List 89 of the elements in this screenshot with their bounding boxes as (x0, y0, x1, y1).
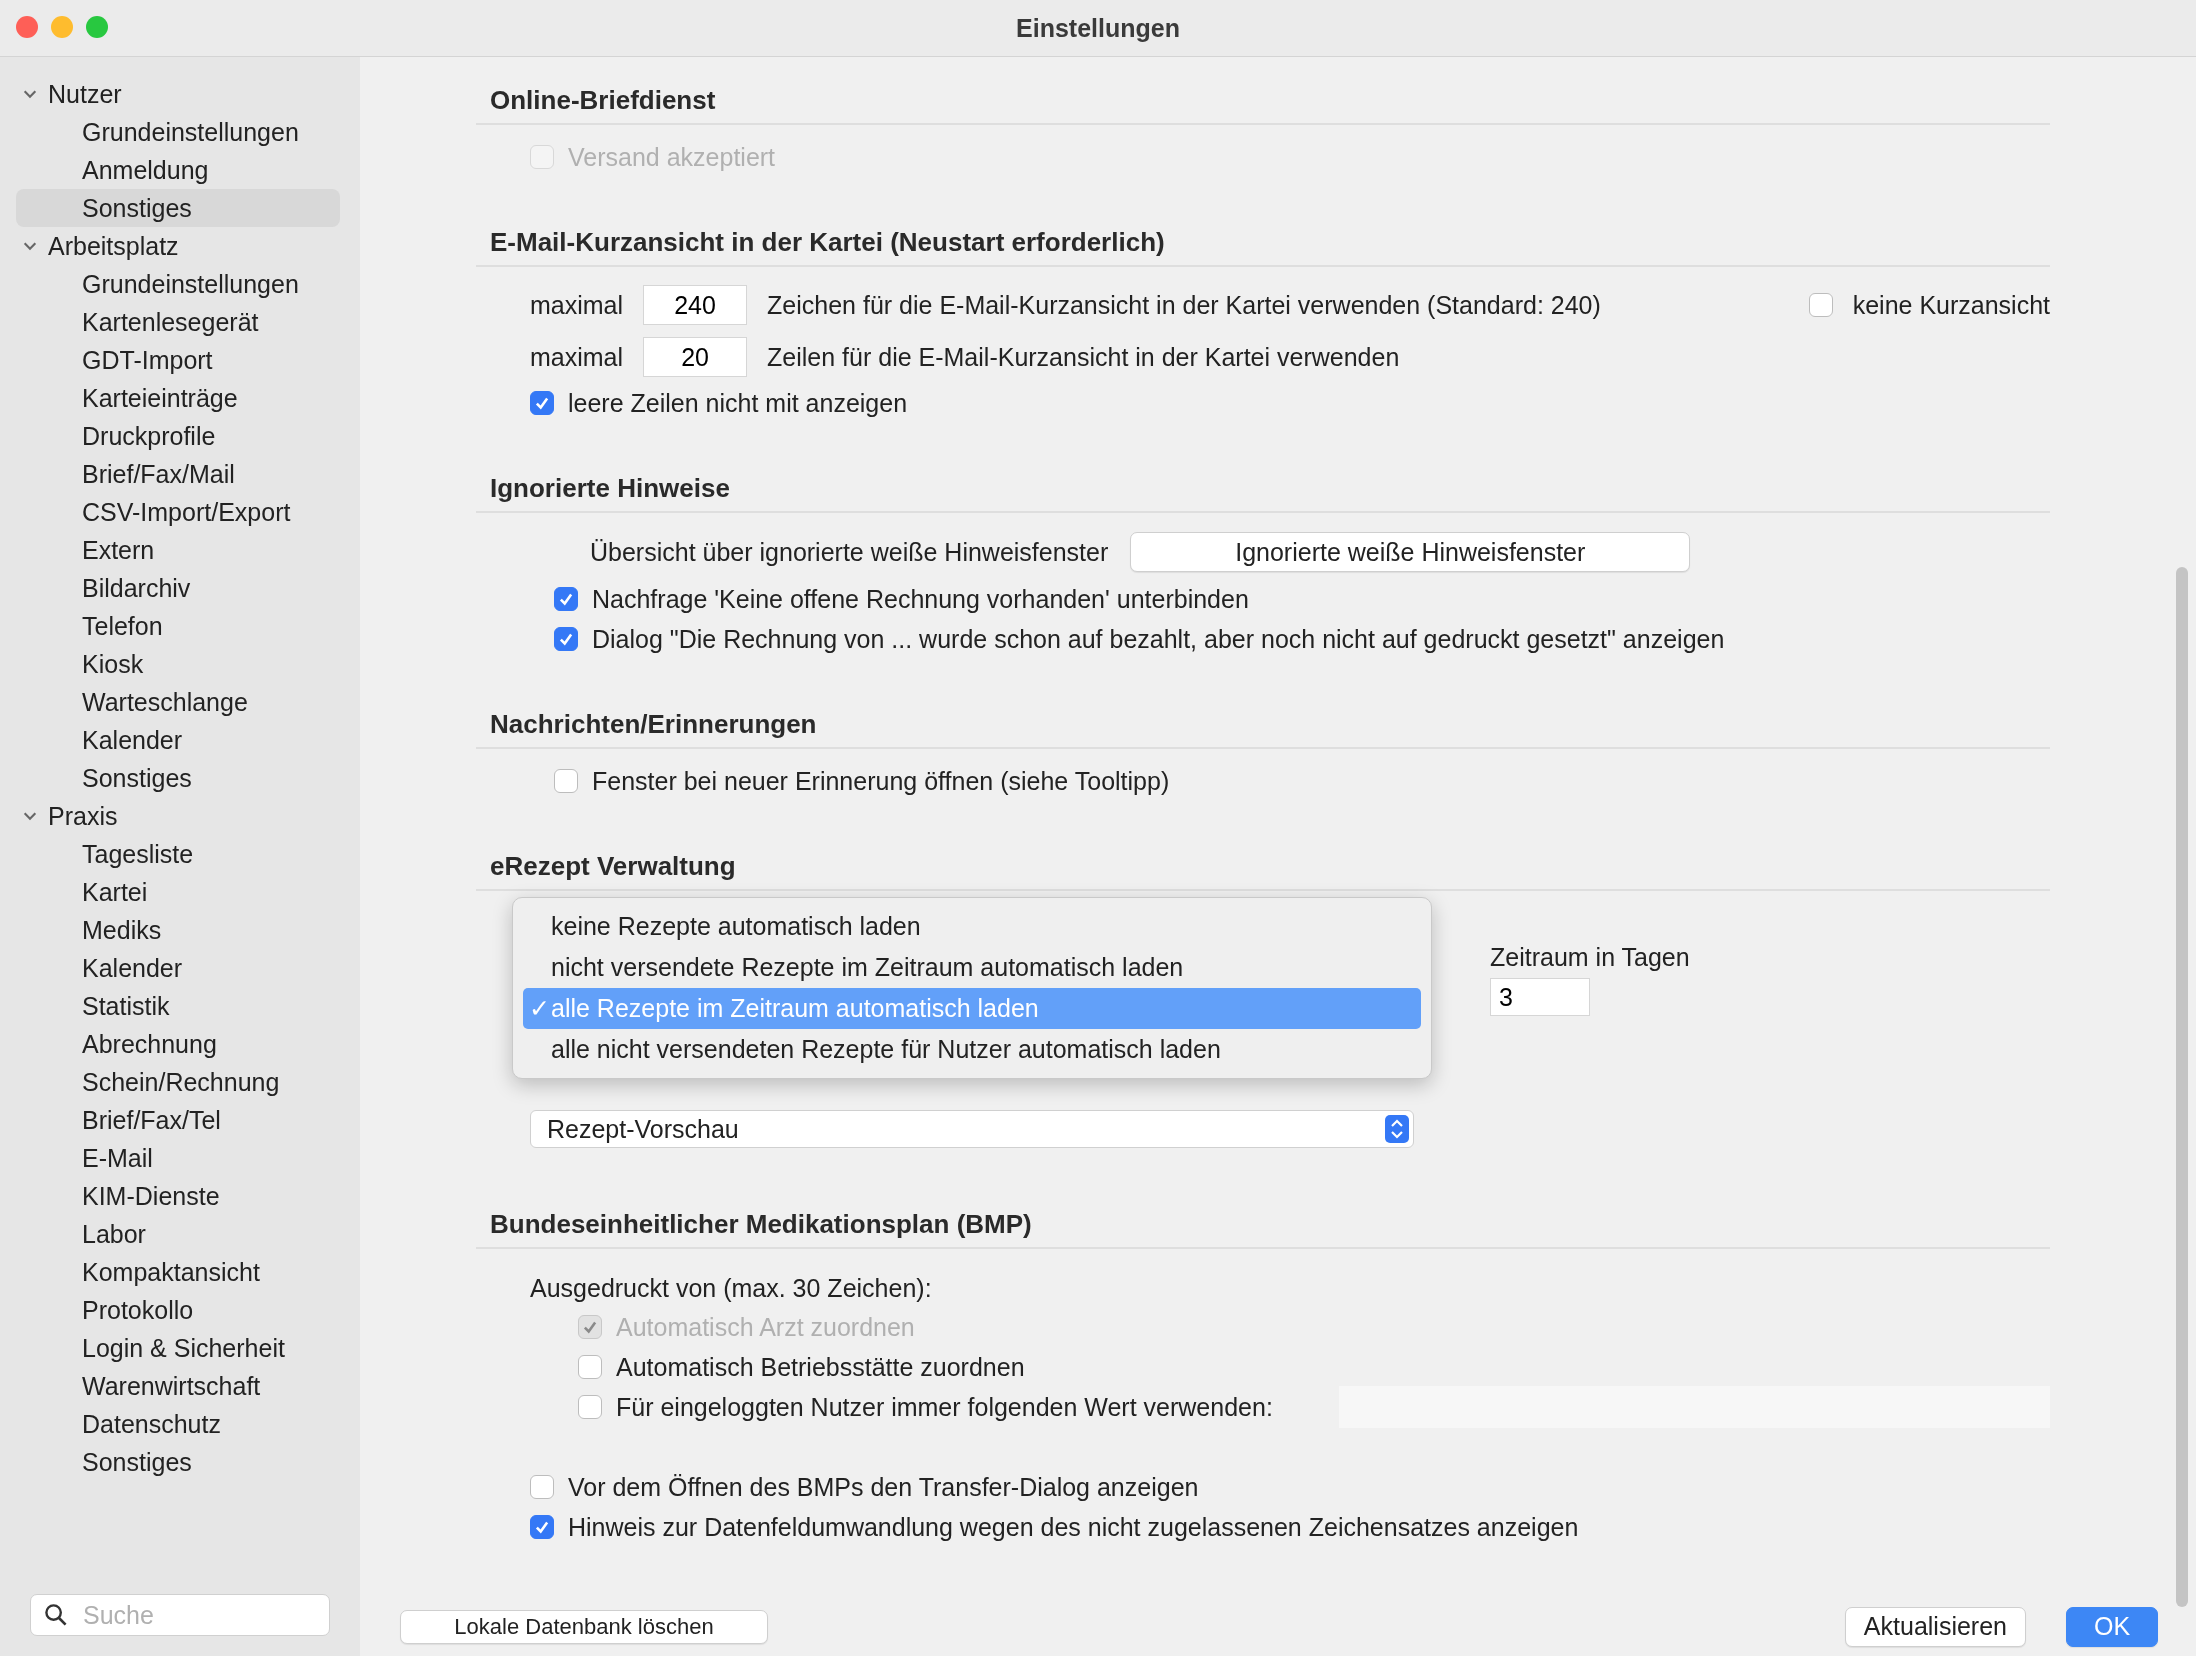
section-heading: Bundeseinheitlicher Medikationsplan (BMP) (476, 1209, 2050, 1249)
field-prefix: maximal (530, 342, 624, 372)
sidebar-item[interactable]: Bildarchiv (16, 569, 340, 607)
checkbox[interactable] (530, 1475, 554, 1499)
window-title: Einstellungen (1016, 13, 1180, 43)
sidebar-item[interactable]: E-Mail (16, 1139, 340, 1177)
close-button[interactable] (16, 16, 38, 38)
checkbox[interactable] (554, 769, 578, 793)
checkbox-label: Versand akzeptiert (568, 142, 776, 172)
sidebar-item[interactable]: Kalender (16, 721, 340, 759)
sidebar-item[interactable]: Datenschutz (16, 1405, 340, 1443)
sidebar-item[interactable]: Sonstiges (16, 759, 340, 797)
sidebar-item[interactable]: Kartei (16, 873, 340, 911)
section-heading: Nachrichten/Erinnerungen (476, 709, 2050, 749)
sidebar-group[interactable]: Praxis (16, 797, 340, 835)
sidebar-item[interactable]: CSV-Import/Export (16, 493, 340, 531)
checkbox-label: Automatisch Betriebsstätte zuordnen (616, 1352, 1025, 1382)
sidebar-item[interactable]: Statistik (16, 987, 340, 1025)
sidebar-group[interactable]: Nutzer (16, 75, 340, 113)
dialog-button[interactable]: OK (2066, 1606, 2158, 1647)
checkbox[interactable] (554, 587, 578, 611)
menu-item[interactable]: keine Rezepte automatisch laden (523, 906, 1421, 947)
sidebar-item[interactable]: Kartenlesegerät (16, 303, 340, 341)
checkbox-label: Automatisch Arzt zuordnen (616, 1312, 915, 1342)
sidebar-item[interactable]: Druckprofile (16, 417, 340, 455)
dialog-button[interactable]: Aktualisieren (1844, 1606, 2026, 1647)
checkbox-label: Vor dem Öffnen des BMPs den Transfer-Dialog anzeigen (568, 1472, 1199, 1502)
checkbox[interactable] (554, 627, 578, 651)
sidebar-item[interactable]: Sonstiges (16, 1443, 340, 1481)
menu-item[interactable]: alle nicht versendeten Rezepte für Nutzer automatisch laden (523, 1029, 1421, 1070)
checkbox-label: Nachfrage 'Keine offene Rechnung vorhanden' unterbinden (592, 584, 1249, 614)
sidebar-item[interactable]: Telefon (16, 607, 340, 645)
checkbox-label: Hinweis zur Datenfeldumwandlung wegen des nicht zugelassenen Zeichensatzes anzeigen (568, 1512, 1579, 1542)
group-label: Ausgedruckt von (max. 30 Zeichen): (530, 1272, 933, 1304)
popup-button[interactable]: Rezept-Vorschau (530, 1110, 1414, 1148)
sidebar-item[interactable]: GDT-Import (16, 341, 340, 379)
sidebar-item[interactable]: Grundeinstellungen (16, 113, 340, 151)
field-prefix: maximal (530, 290, 624, 320)
checkbox-label: Für eingeloggten Nutzer immer folgenden Wert verwenden: (616, 1392, 1273, 1422)
field-label: Zeilen für die E-Mail-Kurzansicht in der Kartei verwenden (767, 342, 1401, 372)
sidebar-item[interactable]: Abrechnung (16, 1025, 340, 1063)
delete-database-button[interactable]: Lokale Datenbank löschen (400, 1609, 768, 1644)
checkbox-label: leere Zeilen nicht mit anzeigen (568, 388, 908, 418)
zoom-button[interactable] (86, 16, 108, 38)
days-field[interactable]: 3 (1490, 978, 1590, 1016)
checkbox-label: keine Kurzansicht (1852, 290, 2050, 320)
checkbox[interactable] (1808, 293, 1833, 317)
section-heading: Ignorierte Hinweise (476, 473, 2050, 513)
search-field[interactable]: Suche (30, 1594, 330, 1636)
sidebar-item[interactable]: Kompaktansicht (16, 1253, 340, 1291)
sidebar-item[interactable]: Tagesliste (16, 835, 340, 873)
stepper-arrows-icon (1385, 1115, 1409, 1143)
sidebar-item[interactable]: Grundeinstellungen (16, 265, 340, 303)
sidebar-item[interactable]: KIM-Dienste (16, 1177, 340, 1215)
sidebar-item[interactable]: Brief/Fax/Mail (16, 455, 340, 493)
scrollbar[interactable] (2176, 567, 2190, 1607)
number-field[interactable]: 240 (643, 285, 748, 325)
checkbox[interactable] (530, 1515, 554, 1539)
sidebar-item[interactable]: Brief/Fax/Tel (16, 1101, 340, 1139)
sidebar-item[interactable]: Kiosk (16, 645, 340, 683)
sidebar-item[interactable]: Warenwirtschaft (16, 1367, 340, 1405)
number-field[interactable]: 20 (643, 337, 748, 377)
minimize-button[interactable] (51, 16, 73, 38)
menu-item[interactable]: nicht versendete Rezepte im Zeitraum automatisch laden (523, 947, 1421, 988)
checkbox[interactable] (578, 1355, 602, 1379)
sidebar-item[interactable]: Protokollo (16, 1291, 340, 1329)
sidebar-item[interactable]: Login & Sicherheit (16, 1329, 340, 1367)
sidebar-item[interactable]: Warteschlange (16, 683, 340, 721)
section-heading: eRezept Verwaltung (476, 851, 2050, 891)
sidebar-item[interactable]: Extern (16, 531, 340, 569)
search-icon (44, 1603, 68, 1627)
button-description: Übersicht über ignorierte weiße Hinweisfenster (590, 537, 1109, 567)
sidebar-item[interactable]: Schein/Rechnung (16, 1063, 340, 1101)
section-heading: E-Mail-Kurzansicht in der Kartei (Neustart erforderlich) (476, 227, 2050, 267)
checkbox-label: Dialog "Die Rechnung von ... wurde schon auf bezahlt, aber noch nicht auf gedruckt gesetzt" anzeigen (592, 624, 1725, 654)
sidebar-item[interactable]: Labor (16, 1215, 340, 1253)
sidebar-item[interactable]: Mediks (16, 911, 340, 949)
sidebar-item[interactable]: Karteieinträge (16, 379, 340, 417)
checkbox[interactable] (530, 391, 554, 415)
checkbox[interactable] (578, 1395, 602, 1419)
field-label: Zeitraum in Tagen (1490, 943, 1690, 972)
sidebar-item[interactable]: Anmeldung (16, 151, 340, 189)
section-heading: Online-Briefdienst (476, 85, 2050, 125)
sidebar-item[interactable]: Kalender (16, 949, 340, 987)
ignored-hints-button[interactable]: Ignorierte weiße Hinweisfenster (1130, 532, 1691, 572)
field-label: Zeichen für die E-Mail-Kurzansicht in der Kartei verwenden (Standard: 240) (767, 290, 1602, 320)
sidebar-group[interactable]: Arbeitsplatz (16, 227, 340, 265)
checkbox-label: Fenster bei neuer Erinnerung öffnen (siehe Tooltipp) (592, 766, 1170, 796)
sidebar-item[interactable]: Sonstiges (16, 189, 340, 227)
